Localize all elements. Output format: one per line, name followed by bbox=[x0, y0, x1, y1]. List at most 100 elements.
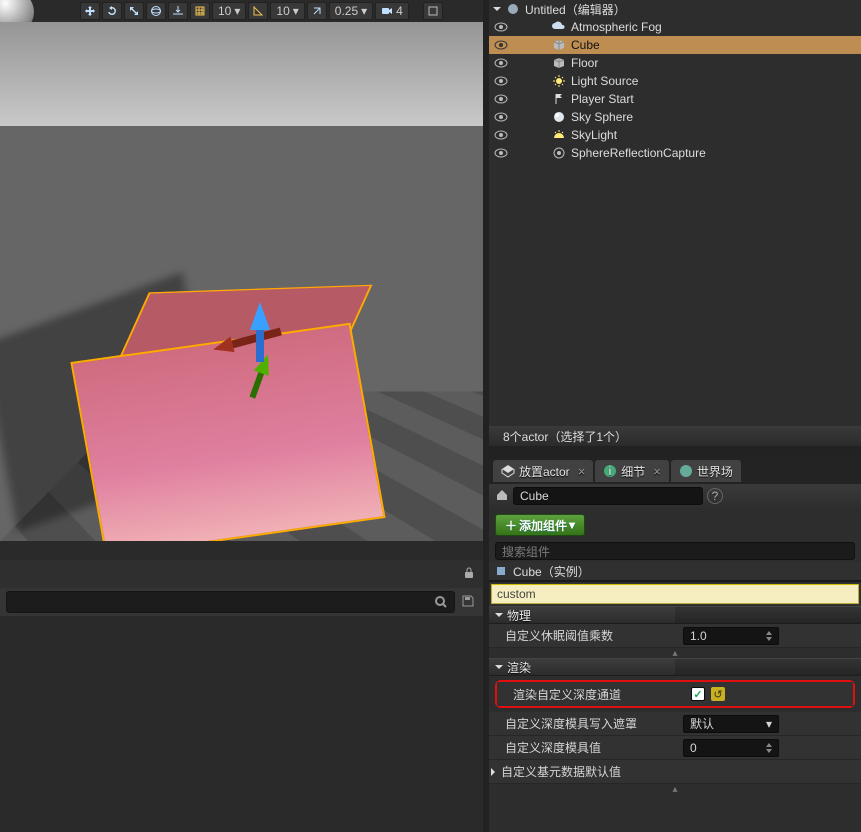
prop-label: 自定义休眠阈值乘数 bbox=[489, 627, 679, 644]
stencil-value-text: 0 bbox=[690, 741, 697, 755]
prop-render-custom-depth: 渲染自定义深度通道 ↺ bbox=[497, 682, 853, 706]
close-icon[interactable]: × bbox=[649, 464, 661, 479]
tab-details[interactable]: i 细节 × bbox=[595, 460, 669, 482]
spinner-icon[interactable] bbox=[764, 741, 776, 755]
actor-icon bbox=[493, 564, 509, 578]
scale-snap-toggle[interactable] bbox=[307, 2, 327, 20]
sleep-threshold-value: 1.0 bbox=[690, 629, 707, 643]
outliner-item-label: Player Start bbox=[571, 92, 634, 106]
prop-label: 渲染自定义深度通道 bbox=[497, 686, 687, 703]
stencil-value-field[interactable]: 0 bbox=[683, 739, 779, 757]
transform-move-button[interactable] bbox=[80, 2, 100, 20]
tab-place-label: 放置actor bbox=[519, 463, 570, 480]
light-icon bbox=[551, 74, 567, 88]
details-filter-input[interactable]: custom bbox=[491, 584, 859, 604]
prop-label: 自定义深度模具值 bbox=[489, 739, 679, 756]
skylight-icon bbox=[551, 128, 567, 142]
caret-down-icon: ▾ bbox=[293, 4, 299, 18]
visibility-eye-icon[interactable] bbox=[493, 40, 509, 50]
angle-snap-value[interactable]: 10 ▾ bbox=[270, 2, 304, 20]
gizmo-z-axis[interactable] bbox=[250, 292, 270, 330]
outliner-root[interactable]: Untitled（编辑器） bbox=[489, 0, 861, 18]
selected-actor-cube[interactable] bbox=[100, 282, 340, 522]
angle-snap-toggle[interactable] bbox=[248, 2, 268, 20]
outliner-item-spherereflectioncapture[interactable]: SphereReflectionCapture bbox=[489, 144, 861, 162]
world-outliner-tree[interactable]: Untitled（编辑器） Atmospheric Fog CubeFloorLi… bbox=[489, 0, 861, 426]
fog-icon bbox=[551, 20, 567, 34]
prop-stencil-value: 自定义深度模具值 0 bbox=[489, 736, 861, 760]
sleep-threshold-field[interactable]: 1.0 bbox=[683, 627, 779, 645]
svg-text:i: i bbox=[609, 464, 612, 478]
section-collapse-arrow[interactable]: ▴ bbox=[489, 648, 861, 658]
grid-snap-value[interactable]: 10▾ bbox=[212, 2, 246, 20]
component-search-placeholder: 搜索组件 bbox=[502, 543, 550, 560]
expand-icon bbox=[495, 613, 503, 621]
world-icon bbox=[679, 464, 693, 478]
actor-name-field[interactable]: Cube bbox=[513, 487, 703, 505]
coord-space-button[interactable] bbox=[146, 2, 166, 20]
outliner-footer: 8个actor（选择了1个） bbox=[489, 426, 861, 446]
outliner-item-player-start[interactable]: Player Start bbox=[489, 90, 861, 108]
visibility-eye-icon[interactable] bbox=[493, 94, 509, 104]
section-physics-label: 物理 bbox=[507, 607, 531, 624]
custom-depth-checkbox[interactable] bbox=[691, 687, 705, 701]
outliner-item-floor[interactable]: Floor bbox=[489, 54, 861, 72]
highlighted-property: 渲染自定义深度通道 ↺ bbox=[495, 680, 855, 708]
spinner-icon[interactable] bbox=[764, 629, 776, 643]
outliner-item-atmospheric-fog[interactable]: Atmospheric Fog bbox=[489, 18, 861, 36]
grid-snap-label: 10 bbox=[218, 4, 231, 18]
expand-icon[interactable] bbox=[493, 7, 501, 15]
component-search-input[interactable]: 搜索组件 bbox=[495, 542, 855, 560]
plus-icon: ＋ bbox=[505, 517, 517, 534]
visibility-eye-icon[interactable] bbox=[493, 58, 509, 68]
caret-down-icon: ▾ bbox=[766, 717, 772, 731]
outliner-root-label: Untitled（编辑器） bbox=[525, 1, 626, 18]
flag-icon bbox=[551, 92, 567, 106]
details-filter-text: custom bbox=[497, 587, 536, 601]
outliner-item-skylight[interactable]: SkyLight bbox=[489, 126, 861, 144]
tab-world-settings[interactable]: 世界场 bbox=[671, 460, 741, 482]
transform-scale-button[interactable] bbox=[124, 2, 144, 20]
stencil-mask-value: 默认 bbox=[690, 715, 714, 732]
outliner-item-sky-sphere[interactable]: Sky Sphere bbox=[489, 108, 861, 126]
grid-snap-toggle[interactable] bbox=[190, 2, 210, 20]
caret-down-icon: ▾ bbox=[361, 4, 367, 18]
save-icon[interactable] bbox=[461, 594, 477, 610]
visibility-eye-icon[interactable] bbox=[493, 148, 509, 158]
close-icon[interactable]: × bbox=[574, 464, 586, 479]
visibility-eye-icon[interactable] bbox=[493, 76, 509, 86]
outliner-item-cube[interactable]: Cube bbox=[489, 36, 861, 54]
home-icon[interactable] bbox=[495, 488, 509, 505]
reflect-icon bbox=[551, 146, 567, 160]
tab-place-actors[interactable]: 放置actor × bbox=[493, 460, 593, 482]
camera-speed-button[interactable]: 4 bbox=[375, 2, 409, 20]
section-collapse-arrow[interactable]: ▴ bbox=[489, 784, 861, 794]
scale-snap-value[interactable]: 0.25▾ bbox=[329, 2, 373, 20]
section-physics[interactable]: 物理 bbox=[489, 606, 861, 624]
stencil-mask-dropdown[interactable]: 默认 ▾ bbox=[683, 715, 779, 733]
info-icon: i bbox=[603, 464, 617, 478]
outliner-item-label: Atmospheric Fog bbox=[571, 20, 662, 34]
visibility-eye-icon[interactable] bbox=[493, 22, 509, 32]
maximize-viewport-button[interactable] bbox=[423, 2, 443, 20]
viewport-3d[interactable] bbox=[0, 22, 483, 541]
help-icon[interactable]: ? bbox=[707, 488, 723, 504]
revert-to-default-button[interactable]: ↺ bbox=[711, 687, 725, 701]
viewport-toolbar: 10 ▾ 10 ▾ 0.25▾ 4 bbox=[0, 0, 443, 22]
visibility-eye-icon[interactable] bbox=[493, 130, 509, 140]
section-rendering[interactable]: 渲染 bbox=[489, 658, 861, 676]
angle-snap-label: 10 bbox=[276, 4, 289, 18]
outliner-item-light-source[interactable]: Light Source bbox=[489, 72, 861, 90]
tab-world-label: 世界场 bbox=[697, 463, 733, 480]
prop-primitive-data-defaults[interactable]: 自定义基元数据默认值 bbox=[489, 760, 861, 784]
component-root[interactable]: Cube（实例） bbox=[489, 562, 861, 580]
section-rendering-label: 渲染 bbox=[507, 659, 531, 676]
surface-snap-button[interactable] bbox=[168, 2, 188, 20]
transform-rotate-button[interactable] bbox=[102, 2, 122, 20]
cube-icon bbox=[551, 38, 567, 52]
lock-icon[interactable] bbox=[463, 567, 477, 581]
visibility-eye-icon[interactable] bbox=[493, 112, 509, 122]
expand-icon bbox=[491, 768, 499, 776]
add-component-button[interactable]: ＋ 添加组件 ▾ bbox=[495, 514, 585, 536]
content-search-input[interactable] bbox=[6, 591, 455, 613]
